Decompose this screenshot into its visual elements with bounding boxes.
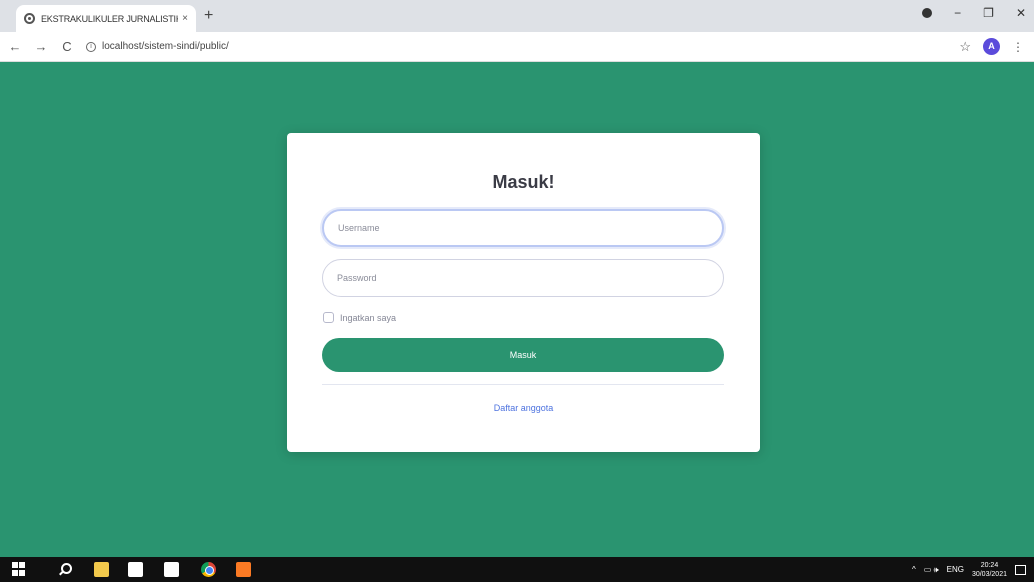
record-icon[interactable] [922,8,933,18]
xampp-icon[interactable] [236,562,251,577]
battery-volume-icons[interactable]: ▭ 🕪 [924,565,939,575]
bookmark-star-icon[interactable]: ☆ [959,39,971,55]
notification-icon[interactable] [1015,564,1026,575]
divider [322,384,724,385]
clock-date: 30/03/2021 [971,570,1007,578]
reload-button[interactable]: C [60,39,74,54]
address-bar[interactable]: i localhost/sistem-sindi/public/ [86,41,229,52]
tray-expand-icon[interactable]: ^ [912,565,916,574]
browser-tab[interactable]: EKSTRAKULIKULER JURNALISTIK × [16,5,196,32]
login-button[interactable]: Masuk [322,338,724,372]
tab-title: EKSTRAKULIKULER JURNALISTIK [41,13,179,24]
mail-icon[interactable] [164,562,179,577]
minimize-button[interactable]: − [954,6,961,20]
clock-time: 20:24 [980,561,999,569]
username-input[interactable] [322,209,724,247]
back-button[interactable]: ← [8,39,22,54]
close-button[interactable]: ✕ [1016,6,1026,20]
clock[interactable]: 20:24 30/03/2021 [972,561,1007,579]
browser-tab-strip: EKSTRAKULIKULER JURNALISTIK × + − ❐ ✕ [0,0,1034,32]
info-icon[interactable]: i [86,41,96,52]
windows-taskbar: ^ ▭ 🕪 ENG 20:24 30/03/2021 [0,557,1034,582]
new-tab-button[interactable]: + [204,7,213,25]
login-card: Masuk! Ingatkan saya Masuk Daftar anggot… [287,133,760,452]
window-controls: − ❐ ✕ [922,6,1026,20]
toolbar-right: ☆ A ⋮ [959,38,1024,55]
forward-button[interactable]: → [34,39,48,54]
remember-checkbox[interactable] [323,312,334,323]
page-background: Masuk! Ingatkan saya Masuk Daftar anggot… [0,62,1034,557]
chrome-icon[interactable] [201,562,216,577]
globe-icon [24,13,35,24]
register-link[interactable]: Daftar anggota [287,403,760,413]
system-tray: ^ ▭ 🕪 ENG 20:24 30/03/2021 [912,557,1026,582]
url-text[interactable]: localhost/sistem-sindi/public/ [102,41,229,52]
remember-me[interactable]: Ingatkan saya [323,312,396,323]
search-icon[interactable] [58,562,73,577]
password-input[interactable] [322,259,724,297]
language-indicator[interactable]: ENG [947,565,964,574]
file-explorer-icon[interactable] [94,562,109,577]
store-icon[interactable] [128,562,143,577]
browser-toolbar: ← → C i localhost/sistem-sindi/public/ ☆… [0,32,1034,62]
windows-start-icon[interactable] [12,562,27,577]
restore-button[interactable]: ❐ [983,6,994,20]
profile-avatar[interactable]: A [983,38,1000,55]
tab-close-icon[interactable]: × [182,13,188,24]
remember-label: Ingatkan saya [340,312,397,323]
menu-icon[interactable]: ⋮ [1012,40,1024,54]
login-title: Masuk! [492,172,555,192]
